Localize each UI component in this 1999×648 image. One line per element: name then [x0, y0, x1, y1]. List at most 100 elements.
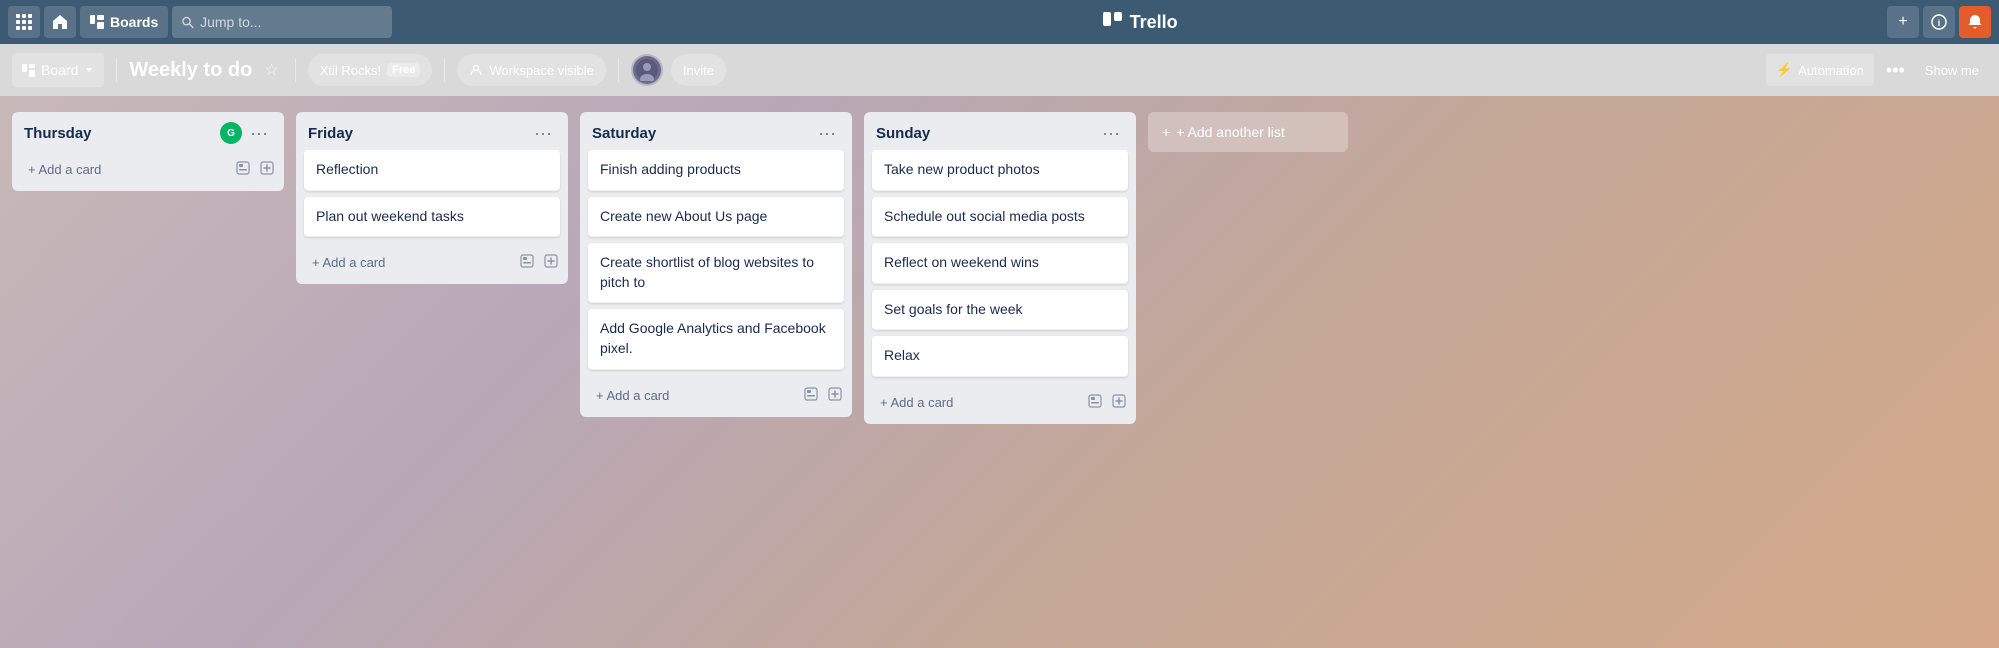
card[interactable]: Reflection — [304, 150, 560, 191]
list-title-saturday: Saturday — [592, 125, 814, 142]
add-card-icons — [518, 252, 560, 273]
automation-button[interactable]: ⚡ Automation — [1766, 54, 1874, 86]
header-divider-2 — [295, 58, 296, 82]
star-button[interactable]: ☆ — [260, 56, 282, 84]
app-title: Trello — [1130, 12, 1178, 33]
board-title[interactable]: Weekly to do — [129, 59, 252, 82]
header-divider-3 — [444, 58, 445, 82]
svg-text:i: i — [1938, 18, 1941, 28]
workspace-label: Xtil Rocks! — [320, 63, 381, 78]
list-header-icons: ··· — [1098, 122, 1124, 144]
board-body: Thursday G ··· + Add a card — [0, 96, 1999, 648]
card-add-icon[interactable] — [826, 385, 844, 406]
list-cards-friday: Reflection Plan out weekend tasks — [296, 150, 568, 243]
add-icon: + — [1898, 13, 1907, 31]
user-avatar[interactable] — [631, 54, 663, 86]
star-icon: ☆ — [264, 62, 278, 79]
dots-icon: ••• — [1886, 60, 1905, 80]
board-header-right: ⚡ Automation ••• Show me — [1766, 54, 1987, 86]
list-header-icons: ··· — [814, 122, 840, 144]
workspace-visible-button[interactable]: Workspace visible — [457, 54, 606, 86]
boards-nav-button[interactable]: Boards — [80, 6, 168, 38]
nav-right-area: + i — [1887, 6, 1991, 38]
list-menu-button[interactable]: ··· — [814, 122, 840, 144]
grid-icon-button[interactable] — [8, 6, 40, 38]
card[interactable]: Finish adding products — [588, 150, 844, 191]
workspace-button[interactable]: Xtil Rocks! Free — [308, 54, 433, 86]
workspace-badge: Free — [387, 63, 420, 77]
card[interactable]: Add Google Analytics and Facebook pixel. — [588, 309, 844, 369]
show-me-button[interactable]: Show me — [1917, 54, 1987, 86]
list-menu-button[interactable]: ··· — [530, 122, 556, 144]
show-me-label: Show me — [1925, 63, 1979, 78]
header-divider-4 — [618, 58, 619, 82]
header-divider-1 — [116, 58, 117, 82]
list-saturday: Saturday ··· Finish adding products Crea… — [580, 112, 852, 417]
list-footer-friday: + Add a card — [296, 243, 568, 284]
add-list-button[interactable]: + + Add another list — [1148, 112, 1348, 152]
info-button[interactable]: i — [1923, 6, 1955, 38]
list-cards-saturday: Finish adding products Create new About … — [580, 150, 852, 376]
board-view-label: Board — [41, 62, 78, 78]
card[interactable]: Reflect on weekend wins — [872, 243, 1128, 284]
add-card-icons — [1086, 392, 1128, 413]
add-button[interactable]: + — [1887, 6, 1919, 38]
list-menu-button[interactable]: ··· — [1098, 122, 1124, 144]
list-header-thursday: Thursday G ··· — [12, 112, 284, 150]
card[interactable]: Create new About Us page — [588, 197, 844, 238]
more-options-button[interactable]: ••• — [1882, 60, 1909, 81]
invite-label: Invite — [683, 63, 714, 78]
add-list-icon: + — [1162, 124, 1170, 140]
add-card-icons — [802, 385, 844, 406]
lightning-icon: ⚡ — [1776, 62, 1792, 78]
workspace-visible-label: Workspace visible — [489, 63, 594, 78]
list-header-sunday: Sunday ··· — [864, 112, 1136, 150]
list-footer-thursday: + Add a card — [12, 150, 284, 191]
app-title-area: Trello — [396, 11, 1883, 33]
card[interactable]: Set goals for the week — [872, 290, 1128, 331]
card-template-icon[interactable] — [802, 385, 820, 406]
card-template-icon[interactable] — [1086, 392, 1104, 413]
search-box[interactable] — [172, 6, 392, 38]
list-thursday: Thursday G ··· + Add a card — [12, 112, 284, 191]
automation-label: Automation — [1798, 63, 1864, 78]
board-view-button[interactable]: Board — [12, 53, 104, 87]
add-card-icons — [234, 159, 276, 180]
card[interactable]: Plan out weekend tasks — [304, 197, 560, 238]
list-header-saturday: Saturday ··· — [580, 112, 852, 150]
search-input[interactable] — [200, 14, 382, 30]
list-friday: Friday ··· Reflection Plan out weekend t… — [296, 112, 568, 284]
card[interactable]: Schedule out social media posts — [872, 197, 1128, 238]
list-menu-button[interactable]: ··· — [246, 122, 272, 144]
card[interactable]: Relax — [872, 336, 1128, 377]
home-icon-button[interactable] — [44, 6, 76, 38]
card-add-icon[interactable] — [1110, 392, 1128, 413]
list-header-icons: ··· — [530, 122, 556, 144]
list-header-icons: G ··· — [220, 122, 272, 144]
boards-label: Boards — [110, 14, 158, 30]
top-nav: Boards Trello + i — [0, 0, 1999, 44]
list-title-sunday: Sunday — [876, 125, 1098, 142]
list-avatar: G — [220, 122, 242, 144]
list-footer-sunday: + Add a card — [864, 383, 1136, 424]
invite-button[interactable]: Invite — [671, 54, 726, 86]
card[interactable]: Take new product photos — [872, 150, 1128, 191]
card-add-icon[interactable] — [542, 252, 560, 273]
list-title-thursday: Thursday — [24, 125, 220, 142]
card-add-icon[interactable] — [258, 159, 276, 180]
list-footer-saturday: + Add a card — [580, 376, 852, 417]
card-template-icon[interactable] — [234, 159, 252, 180]
add-list-label: + Add another list — [1176, 124, 1285, 140]
notification-button[interactable] — [1959, 6, 1991, 38]
list-title-friday: Friday — [308, 125, 530, 142]
add-card-button[interactable]: + Add a card — [304, 249, 518, 276]
board-header: Board Weekly to do ☆ Xtil Rocks! Free Wo… — [0, 44, 1999, 96]
list-header-friday: Friday ··· — [296, 112, 568, 150]
card[interactable]: Create shortlist of blog websites to pit… — [588, 243, 844, 303]
list-sunday: Sunday ··· Take new product photos Sched… — [864, 112, 1136, 424]
add-card-button[interactable]: + Add a card — [20, 156, 234, 183]
add-card-button[interactable]: + Add a card — [872, 389, 1086, 416]
add-card-button[interactable]: + Add a card — [588, 382, 802, 409]
card-template-icon[interactable] — [518, 252, 536, 273]
list-cards-sunday: Take new product photos Schedule out soc… — [864, 150, 1136, 383]
